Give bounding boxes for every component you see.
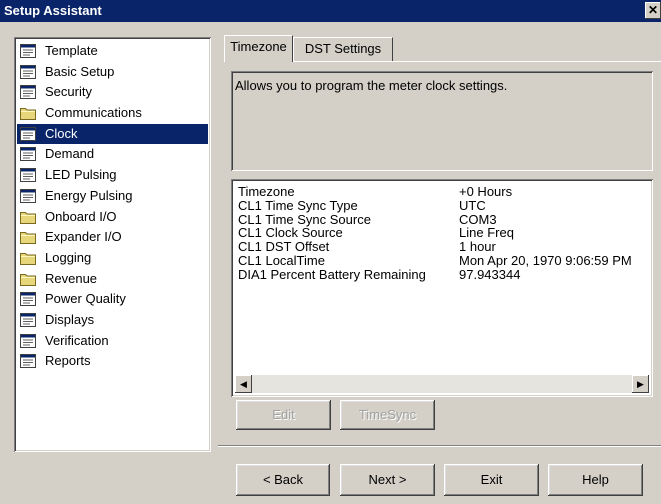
next-button[interactable]: Next > (340, 464, 435, 496)
tree-item-label: Displays (45, 311, 95, 327)
document-icon (20, 312, 36, 327)
setting-row[interactable]: CL1 Clock Source Line Freq (238, 226, 653, 240)
settings-list[interactable]: Timezone +0 Hours CL1 Time Sync Type UTC CL1… (231, 179, 653, 397)
folder-icon (20, 106, 36, 121)
tree-item-verification[interactable]: Verification (17, 331, 208, 352)
scroll-left-icon[interactable]: ◀ (235, 375, 252, 393)
setting-value: 97.943344 (459, 266, 521, 282)
separator-highlight (218, 446, 661, 447)
document-icon (20, 64, 36, 79)
close-button[interactable]: ✕ (645, 2, 661, 19)
tree-item-led-pulsing[interactable]: LED Pulsing (17, 165, 208, 186)
tree-item-demand[interactable]: Demand (17, 144, 208, 165)
document-icon (20, 126, 36, 141)
tree-item-label: Power Quality (45, 291, 126, 307)
document-icon (20, 292, 36, 307)
tree-item-label: Reports (45, 353, 91, 369)
tree-item-label: LED Pulsing (45, 167, 117, 183)
tree-item-communications[interactable]: Communications (17, 103, 208, 124)
setting-row[interactable]: CL1 Time Sync Type UTC (238, 197, 653, 213)
folder-icon (20, 251, 36, 265)
tree-item-label: Energy Pulsing (45, 187, 133, 203)
setting-value: +0 Hours (459, 184, 513, 199)
exit-button[interactable]: Exit (444, 464, 539, 496)
setting-name: CL1 LocalTime (238, 252, 325, 268)
back-button[interactable]: < Back (236, 464, 330, 496)
setting-row[interactable]: CL1 DST Offset 1 hour (238, 240, 653, 254)
document-icon (20, 354, 36, 369)
tree-item-power-quality[interactable]: Power Quality (17, 289, 208, 310)
document-icon (20, 168, 36, 183)
setting-row[interactable]: CL1 LocalTime Mon Apr 20, 1970 9:06:59 PM (238, 252, 653, 268)
tree-item-label: Logging (45, 249, 92, 265)
help-button[interactable]: Help (548, 464, 643, 496)
tree-item-expander-i-o[interactable]: Expander I/O (17, 227, 208, 248)
tab-dst-settings[interactable]: DST Settings (293, 37, 393, 61)
setting-row[interactable]: Timezone +0 Hours (238, 185, 653, 199)
tree-item-label: Expander I/O (45, 229, 122, 245)
setting-name: Timezone (238, 184, 295, 199)
scroll-right-icon[interactable]: ▶ (632, 375, 649, 393)
setting-name: CL1 Time Sync Type (238, 197, 358, 213)
tab-timezone[interactable]: Timezone (224, 35, 293, 62)
setting-row[interactable]: CL1 Time Sync Source COM3 (238, 212, 653, 227)
folder-icon (20, 272, 36, 286)
description-text: Allows you to program the meter clock se… (235, 78, 508, 93)
tree-item-label: Onboard I/O (45, 208, 117, 224)
document-icon (20, 147, 36, 162)
tree-item-label: Demand (45, 146, 95, 162)
tree-item-reports[interactable]: Reports (17, 351, 208, 372)
folder-icon (20, 230, 36, 245)
setting-value: Mon Apr 20, 1970 9:06:59 PM (459, 252, 632, 268)
tree-item-displays[interactable]: Displays (17, 310, 208, 331)
tree-item-label: Communications (45, 105, 142, 121)
setting-name: DIA1 Percent Battery Remaining (238, 266, 426, 282)
document-icon (20, 44, 36, 58)
setting-row[interactable]: DIA1 Percent Battery Remaining 97.943344 (238, 266, 653, 282)
tree-item-label: Clock (45, 125, 78, 141)
horizontal-scrollbar[interactable]: ◀ ▶ (235, 375, 649, 393)
document-icon (20, 333, 36, 348)
timesync-button[interactable]: TimeSync (340, 400, 435, 430)
tree-item-label: Security (45, 84, 92, 100)
tree-item-basic-setup[interactable]: Basic Setup (17, 62, 208, 83)
window-title: Setup Assistant (4, 3, 102, 18)
title-bar: Setup Assistant ✕ (0, 0, 661, 22)
tree-item-revenue[interactable]: Revenue (17, 269, 208, 290)
tree-item-security[interactable]: Security (17, 82, 208, 103)
edit-button[interactable]: Edit (236, 400, 331, 430)
description-box: Allows you to program the meter clock se… (231, 71, 653, 171)
tree-item-energy-pulsing[interactable]: Energy Pulsing (17, 186, 208, 207)
tree-item-label: Verification (45, 332, 109, 348)
tree-item-label: Basic Setup (45, 63, 115, 79)
tree-item-label: Template (45, 43, 98, 58)
tree-item-clock[interactable]: Clock (17, 123, 208, 145)
tree-item-onboard-i-o[interactable]: Onboard I/O (17, 207, 208, 228)
document-icon (20, 188, 36, 203)
tree-item-template[interactable]: Template (17, 41, 208, 62)
tree-item-logging[interactable]: Logging (17, 248, 208, 269)
tree-item-label: Revenue (45, 270, 98, 286)
setup-tree[interactable]: Template Basic Setup Security Communication… (14, 37, 211, 452)
document-icon (20, 85, 36, 100)
setting-value: UTC (459, 197, 486, 213)
folder-icon (20, 210, 36, 224)
